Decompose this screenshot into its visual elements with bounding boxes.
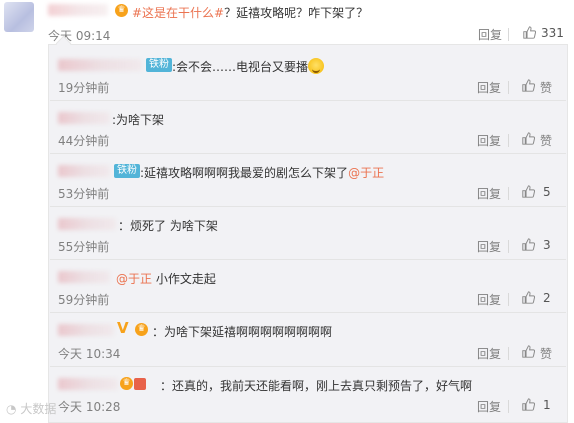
divider [50, 206, 566, 207]
comment-text: ？延禧攻略呢？咋下架了？ [224, 6, 369, 20]
hashtag-link[interactable]: #这是在干什么# [132, 6, 224, 20]
username-blurred[interactable] [58, 378, 118, 390]
divider [508, 81, 509, 94]
thumbs-up-icon[interactable] [522, 79, 535, 92]
vip-icon: ♛ [115, 4, 128, 17]
reply-text: 会不会……电视台又要播 [176, 60, 309, 74]
reply-text: 小作文走起 [155, 272, 216, 286]
thumbs-up-icon[interactable] [523, 26, 536, 39]
reply-text: 烦死了 为啥下架 [130, 219, 218, 233]
reply-text: 还真的，我前天还能看啊，刚上去真只剩预告了，好气啊 [172, 379, 473, 393]
like-count: 1 [543, 398, 551, 412]
reply-button[interactable]: 回复 [478, 26, 502, 43]
divider [508, 347, 509, 360]
avatar[interactable] [4, 2, 34, 32]
smile-emoji-icon [308, 58, 325, 74]
thumbs-up-icon[interactable] [522, 132, 535, 145]
divider [50, 100, 566, 101]
thumbs-up-icon[interactable] [522, 291, 535, 304]
divider [508, 28, 509, 41]
timestamp: 55分钟前 [58, 240, 110, 254]
like-label[interactable]: 赞 [540, 345, 552, 362]
timestamp: 今天 10:34 [58, 347, 121, 361]
reply-content: ：烦死了 为啥下架 [118, 219, 218, 233]
like-count: 2 [543, 291, 551, 305]
divider [50, 153, 566, 154]
weibo-logo-icon: ◔ [6, 402, 17, 416]
reply-button[interactable]: 回复 [477, 132, 501, 149]
reply-button[interactable]: 回复 [477, 398, 501, 415]
thumbs-up-icon[interactable] [522, 185, 535, 198]
timestamp: 53分钟前 [58, 187, 110, 201]
reply-content: :延禧攻略啊啊啊我最爱的剧怎么下架了@于正 [140, 166, 385, 180]
divider [50, 259, 566, 260]
reply-content: ：为啥下架延禧啊啊啊啊啊啊啊啊 [152, 325, 333, 339]
reply-content: :会不会……电视台又要播 [172, 58, 325, 75]
username-blurred[interactable] [58, 218, 116, 230]
reply-button[interactable]: 回复 [477, 238, 501, 255]
vip-icon: ♛ [120, 377, 133, 390]
reply-text: 为啥下架 [116, 113, 165, 127]
username-blurred[interactable] [58, 112, 110, 124]
username-blurred[interactable] [58, 324, 114, 336]
divider [508, 134, 509, 147]
reply-button[interactable]: 回复 [477, 79, 501, 96]
reply-content: ：还真的，我前天还能看啊，刚上去真只剩预告了，好气啊 [160, 379, 473, 393]
reply-text: 延禧攻略啊啊啊我最爱的剧怎么下架了 [144, 166, 349, 180]
watermark: ◔ 大数据 [6, 402, 57, 416]
reply-content: :为啥下架 [112, 113, 165, 127]
main-comment: ♛ #这是在干什么#？延禧攻略呢？咋下架了？ 今天 09:14 回复 331 [0, 0, 574, 44]
fan-badge[interactable]: 铁粉 [114, 164, 140, 178]
like-label[interactable]: 赞 [540, 79, 552, 96]
vip-icon: ♛ [135, 323, 148, 336]
username-blurred[interactable] [58, 165, 110, 177]
fan-badge[interactable]: 铁粉 [146, 58, 172, 72]
divider [508, 187, 509, 200]
divider [508, 293, 509, 306]
divider [50, 312, 566, 313]
username-blurred[interactable] [58, 59, 142, 71]
divider [508, 240, 509, 253]
mention-link[interactable]: @于正 [116, 272, 152, 286]
comment-content: #这是在干什么#？延禧攻略呢？咋下架了？ [132, 4, 368, 21]
thumbs-up-icon[interactable] [522, 398, 535, 411]
reply-button[interactable]: 回复 [477, 291, 501, 308]
timestamp: 19分钟前 [58, 81, 110, 95]
username-blurred[interactable] [58, 271, 110, 283]
divider [50, 366, 566, 367]
reply-button[interactable]: 回复 [477, 185, 501, 202]
like-label[interactable]: 赞 [540, 132, 552, 149]
member-level-badge [134, 378, 146, 390]
mention-link[interactable]: @于正 [348, 166, 384, 180]
thumbs-up-icon[interactable] [522, 345, 535, 358]
thumbs-up-icon[interactable] [522, 238, 535, 251]
username-blurred[interactable] [48, 4, 108, 16]
like-count: 3 [543, 238, 551, 252]
like-count: 331 [541, 26, 564, 40]
divider [508, 400, 509, 413]
reply-text: 为啥下架延禧啊啊啊啊啊啊啊啊 [164, 325, 333, 339]
timestamp: 今天 10:28 [58, 400, 121, 414]
verified-v-icon: V [117, 319, 129, 337]
reply-button[interactable]: 回复 [477, 345, 501, 362]
reply-content: @于正 小作文走起 [116, 270, 216, 287]
timestamp: 44分钟前 [58, 134, 110, 148]
like-count: 5 [543, 185, 551, 199]
timestamp: 59分钟前 [58, 293, 110, 307]
